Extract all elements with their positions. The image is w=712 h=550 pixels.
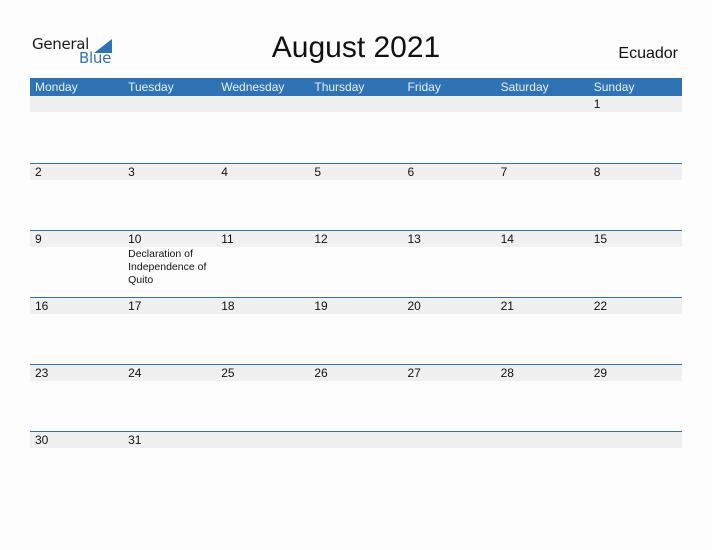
day-cell: 21 <box>496 298 589 364</box>
day-cell: 23 <box>30 365 123 431</box>
day-cell: 29 <box>589 365 682 431</box>
day-cell <box>123 96 216 162</box>
day-number: 12 <box>314 232 328 246</box>
holiday-event: Declaration of Independence of Quito <box>128 248 207 286</box>
day-cell <box>216 432 309 498</box>
day-cell <box>403 96 496 162</box>
day-number: 28 <box>500 366 514 380</box>
day-number: 8 <box>593 165 601 179</box>
day-cell: 31 <box>123 432 216 498</box>
day-number: 20 <box>407 299 421 313</box>
week-row: 30 31 <box>30 431 682 498</box>
day-number: 1 <box>593 97 601 111</box>
day-cell: 8 <box>589 164 682 230</box>
day-number: 29 <box>593 366 608 380</box>
day-number: 9 <box>35 232 42 246</box>
day-number: 30 <box>35 433 49 447</box>
day-cell: 7 <box>496 164 589 230</box>
day-number: 2 <box>35 165 42 179</box>
day-cell: 17 <box>123 298 216 364</box>
week-cells: 23 24 25 26 27 28 29 <box>30 365 682 431</box>
week-row: 9 10 Declaration of Independence of Quito 1… <box>30 230 682 297</box>
day-cell <box>403 432 496 498</box>
day-cell: 9 <box>30 231 123 297</box>
day-number: 10 <box>128 232 142 246</box>
weekday-friday: Friday <box>407 80 441 94</box>
day-cell: 19 <box>309 298 402 364</box>
day-cell: 15 <box>589 231 682 297</box>
day-cell: 20 <box>403 298 496 364</box>
day-cell: 14 <box>496 231 589 297</box>
day-cell: 24 <box>123 365 216 431</box>
day-number: 5 <box>314 165 322 179</box>
day-number: 27 <box>407 366 421 380</box>
country-label: Ecuador <box>618 45 678 62</box>
day-number: 25 <box>221 366 235 380</box>
day-number: 16 <box>35 299 49 313</box>
week-row: 2 3 4 5 6 7 8 <box>30 163 682 230</box>
week-row: 16 17 18 19 20 21 22 <box>30 297 682 364</box>
day-cell: 2 <box>30 164 123 230</box>
day-cell: 27 <box>403 365 496 431</box>
day-cell: 28 <box>496 365 589 431</box>
day-number: 6 <box>407 165 415 179</box>
day-cell: 11 <box>216 231 309 297</box>
day-cell <box>30 96 123 162</box>
day-number: 17 <box>128 299 142 313</box>
day-cell: 12 <box>309 231 402 297</box>
weekday-monday: Monday <box>35 80 78 94</box>
day-cell: 13 <box>403 231 496 297</box>
calendar-grid: Monday Tuesday Wednesday Thursday Friday… <box>30 78 682 498</box>
week-cells: 1 <box>30 96 682 162</box>
day-cell <box>496 96 589 162</box>
day-number: 11 <box>221 232 234 246</box>
day-number: 22 <box>593 299 608 313</box>
day-number: 31 <box>128 433 142 447</box>
day-number: 15 <box>593 232 608 246</box>
week-cells: 16 17 18 19 20 21 22 <box>30 298 682 364</box>
day-cell: 16 <box>30 298 123 364</box>
weekday-header: Monday Tuesday Wednesday Thursday Friday… <box>30 78 682 96</box>
day-cell <box>589 432 682 498</box>
day-cell: 25 <box>216 365 309 431</box>
day-cell: 22 <box>589 298 682 364</box>
day-cell <box>496 432 589 498</box>
day-cell: 6 <box>403 164 496 230</box>
day-cell: 10 Declaration of Independence of Quito <box>123 231 216 297</box>
weekday-saturday: Saturday <box>500 80 549 94</box>
day-cell <box>309 96 402 162</box>
day-number: 19 <box>314 299 328 313</box>
day-cell: 1 <box>589 96 682 162</box>
day-cell: 18 <box>216 298 309 364</box>
day-number: 24 <box>128 366 142 380</box>
day-cell: 30 <box>30 432 123 498</box>
day-number: 21 <box>500 299 514 313</box>
week-cells: 2 3 4 5 6 7 8 <box>30 164 682 230</box>
weekday-sunday: Sunday <box>593 80 635 94</box>
day-number: 18 <box>221 299 235 313</box>
week-cells: 30 31 <box>30 432 682 498</box>
day-cell: 26 <box>309 365 402 431</box>
day-number: 23 <box>35 366 49 380</box>
day-number: 4 <box>221 165 228 179</box>
day-cell: 5 <box>309 164 402 230</box>
week-row: 23 24 25 26 27 28 29 <box>30 364 682 431</box>
day-number: 26 <box>314 366 328 380</box>
day-number: 3 <box>128 165 135 179</box>
day-cell <box>216 96 309 162</box>
day-cell <box>309 432 402 498</box>
week-cells: 9 10 Declaration of Independence of Quito 1… <box>30 231 682 297</box>
day-cell: 3 <box>123 164 216 230</box>
weeks-container: 1 2 3 4 5 6 7 8 9 10 Declaration of Independence o… <box>30 96 682 498</box>
weekday-wednesday: Wednesday <box>221 80 285 94</box>
day-number: 7 <box>500 165 508 179</box>
day-cell: 4 <box>216 164 309 230</box>
week-row: 1 <box>30 96 682 163</box>
weekday-thursday: Thursday <box>314 80 365 94</box>
day-number: 14 <box>500 232 514 246</box>
calendar-title: August 2021 <box>271 31 441 64</box>
weekday-tuesday: Tuesday <box>128 80 174 94</box>
day-number: 13 <box>407 232 421 246</box>
